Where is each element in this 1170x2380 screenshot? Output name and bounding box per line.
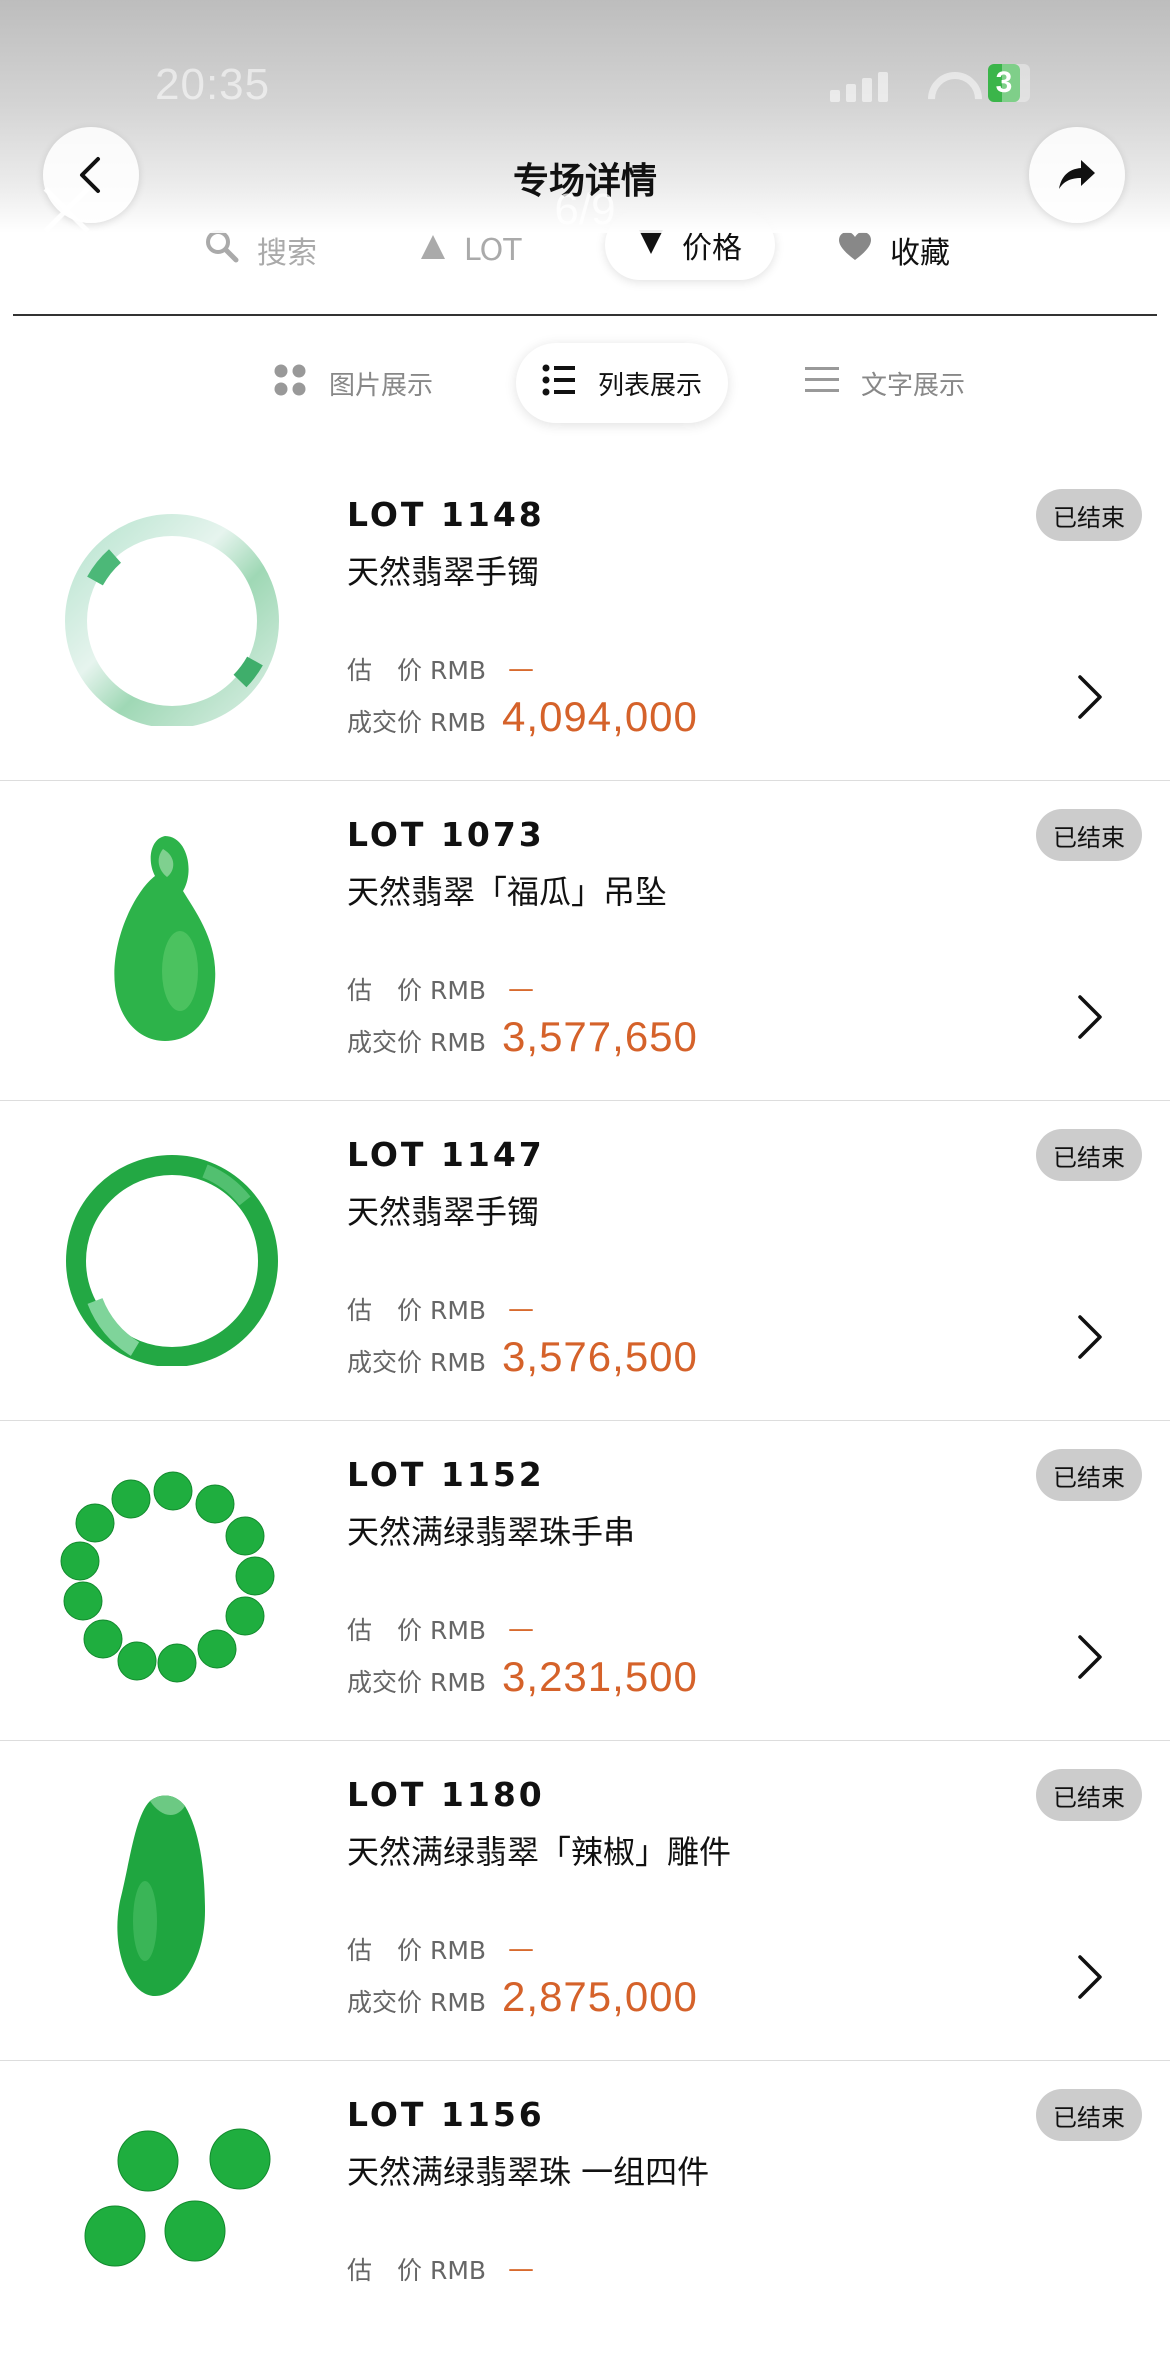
hammer-price-value: 3,577,650 [502, 1013, 698, 1060]
search-icon [205, 229, 239, 271]
lot-number: LOT 1180 [347, 1775, 545, 1814]
estimate-label: 估 价 RMB [347, 656, 487, 685]
hammer-price-label: 成交价 RMB [347, 1028, 487, 1057]
lot-image-four-beads [55, 2111, 290, 2326]
hammer-price: 成交价 RMB 2,875,000 [347, 1973, 698, 2021]
status-badge: 已结束 [1036, 1769, 1142, 1821]
lot-image-bead-bracelet [55, 1471, 290, 1686]
estimate-value: — [508, 654, 535, 684]
divider [13, 314, 1157, 316]
lot-number: LOT 1148 [347, 495, 545, 534]
lot-title: 天然满绿翡翠珠 一组四件 [347, 2153, 710, 2191]
estimate: 估 价 RMB — [347, 1291, 534, 1327]
signal-icon [830, 72, 888, 102]
estimate-label: 估 价 RMB [347, 1936, 487, 1965]
lot-image-chili-carving [55, 1791, 290, 2006]
lot-row[interactable]: LOT 1156 天然满绿翡翠珠 一组四件 已结束 估 价 RMB — [0, 2061, 1170, 2380]
estimate-label: 估 价 RMB [347, 1296, 487, 1325]
status-badge: 已结束 [1036, 809, 1142, 861]
hammer-price-label: 成交价 RMB [347, 1668, 487, 1697]
estimate: 估 价 RMB — [347, 1931, 534, 1967]
estimate-value: — [508, 1934, 535, 1964]
lot-row[interactable]: LOT 1148 天然翡翠手镯 已结束 估 价 RMB — 成交价 RMB 4,09… [0, 461, 1170, 781]
lot-row[interactable]: LOT 1147 天然翡翠手镯 已结束 估 价 RMB — 成交价 RMB 3,57… [0, 1101, 1170, 1421]
lot-title: 天然满绿翡翠珠手串 [347, 1513, 636, 1551]
estimate: 估 价 RMB — [347, 2251, 534, 2287]
hammer-price-label: 成交价 RMB [347, 708, 487, 737]
status-badge: 已结束 [1036, 489, 1142, 541]
view-list-label: 列表展示 [597, 370, 702, 401]
chevron-right-icon[interactable] [1072, 1633, 1106, 1681]
heart-icon [838, 231, 872, 269]
status-badge: 已结束 [1036, 1449, 1142, 1501]
status-icons: 3 [830, 64, 1030, 102]
sort-up-icon [420, 233, 446, 268]
view-toggle: 图片展示 列表展示 文字展示 [0, 343, 1170, 423]
status-time: 20:35 [155, 60, 271, 109]
estimate: 估 价 RMB — [347, 1611, 534, 1647]
estimate-label: 估 价 RMB [347, 976, 487, 1005]
chevron-right-icon[interactable] [1072, 993, 1106, 1041]
chevron-right-icon[interactable] [1072, 1313, 1106, 1361]
lot-row[interactable]: LOT 1180 天然满绿翡翠「辣椒」雕件 已结束 估 价 RMB — 成交价 R… [0, 1741, 1170, 2061]
hammer-price: 成交价 RMB 3,577,650 [347, 1013, 698, 1061]
lot-number: LOT 1073 [347, 815, 545, 854]
lot-title: 天然翡翠手镯 [347, 1193, 540, 1231]
hammer-price-label: 成交价 RMB [347, 1988, 487, 2017]
hammer-price-value: 3,231,500 [502, 1653, 698, 1700]
hammer-price: 成交价 RMB 3,576,500 [347, 1333, 698, 1381]
hammer-price-value: 2,875,000 [502, 1973, 698, 2020]
view-text-label: 文字展示 [861, 370, 966, 401]
estimate-value: — [508, 1294, 535, 1324]
wifi-icon [926, 68, 970, 102]
list-icon [542, 363, 576, 404]
hammer-price-value: 4,094,000 [502, 693, 698, 740]
hammer-price: 成交价 RMB 4,094,000 [347, 693, 698, 741]
estimate: 估 价 RMB — [347, 651, 534, 687]
status-badge: 已结束 [1036, 2089, 1142, 2141]
image-counter: 6/9 [554, 185, 616, 234]
view-image-label: 图片展示 [329, 370, 434, 401]
lot-number: LOT 1152 [347, 1455, 545, 1494]
grid-dots-icon [273, 363, 307, 404]
hammer-price-value: 3,576,500 [502, 1333, 698, 1380]
lot-image-bangle [55, 511, 290, 728]
chevron-right-icon[interactable] [1072, 1953, 1106, 2001]
estimate-label: 估 价 RMB [347, 1616, 487, 1645]
lot-row[interactable]: LOT 1073 天然翡翠「福瓜」吊坠 已结束 估 价 RMB — 成交价 RMB… [0, 781, 1170, 1101]
estimate-value: — [508, 2254, 535, 2284]
lot-title: 天然翡翠手镯 [347, 553, 540, 591]
text-lines-icon [805, 365, 839, 402]
lot-title: 天然满绿翡翠「辣椒」雕件 [347, 1833, 732, 1871]
estimate-value: — [508, 974, 535, 1004]
status-badge: 已结束 [1036, 1129, 1142, 1181]
lot-image-gourd-pendant [55, 831, 290, 1046]
estimate: 估 价 RMB — [347, 971, 534, 1007]
lot-sort-label: LOT [464, 232, 522, 268]
chevron-right-icon[interactable] [1072, 673, 1106, 721]
lot-title: 天然翡翠「福瓜」吊坠 [347, 873, 668, 911]
lot-number: LOT 1156 [347, 2095, 545, 2134]
lot-image-bangle [55, 1151, 290, 1367]
lot-row[interactable]: LOT 1152 天然满绿翡翠珠手串 已结束 估 价 RMB — 成交价 RMB 3… [0, 1421, 1170, 1741]
view-list-button[interactable]: 列表展示 [516, 343, 728, 423]
view-image-button[interactable]: 图片展示 [273, 343, 433, 423]
hammer-price: 成交价 RMB 3,231,500 [347, 1653, 698, 1701]
estimate-value: — [508, 1614, 535, 1644]
hammer-price-label: 成交价 RMB [347, 1348, 487, 1377]
estimate-label: 估 价 RMB [347, 2256, 487, 2285]
lot-list: LOT 1148 天然翡翠手镯 已结束 估 价 RMB — 成交价 RMB 4,09… [0, 461, 1170, 2380]
lot-number: LOT 1147 [347, 1135, 545, 1174]
view-text-button[interactable]: 文字展示 [805, 343, 965, 423]
